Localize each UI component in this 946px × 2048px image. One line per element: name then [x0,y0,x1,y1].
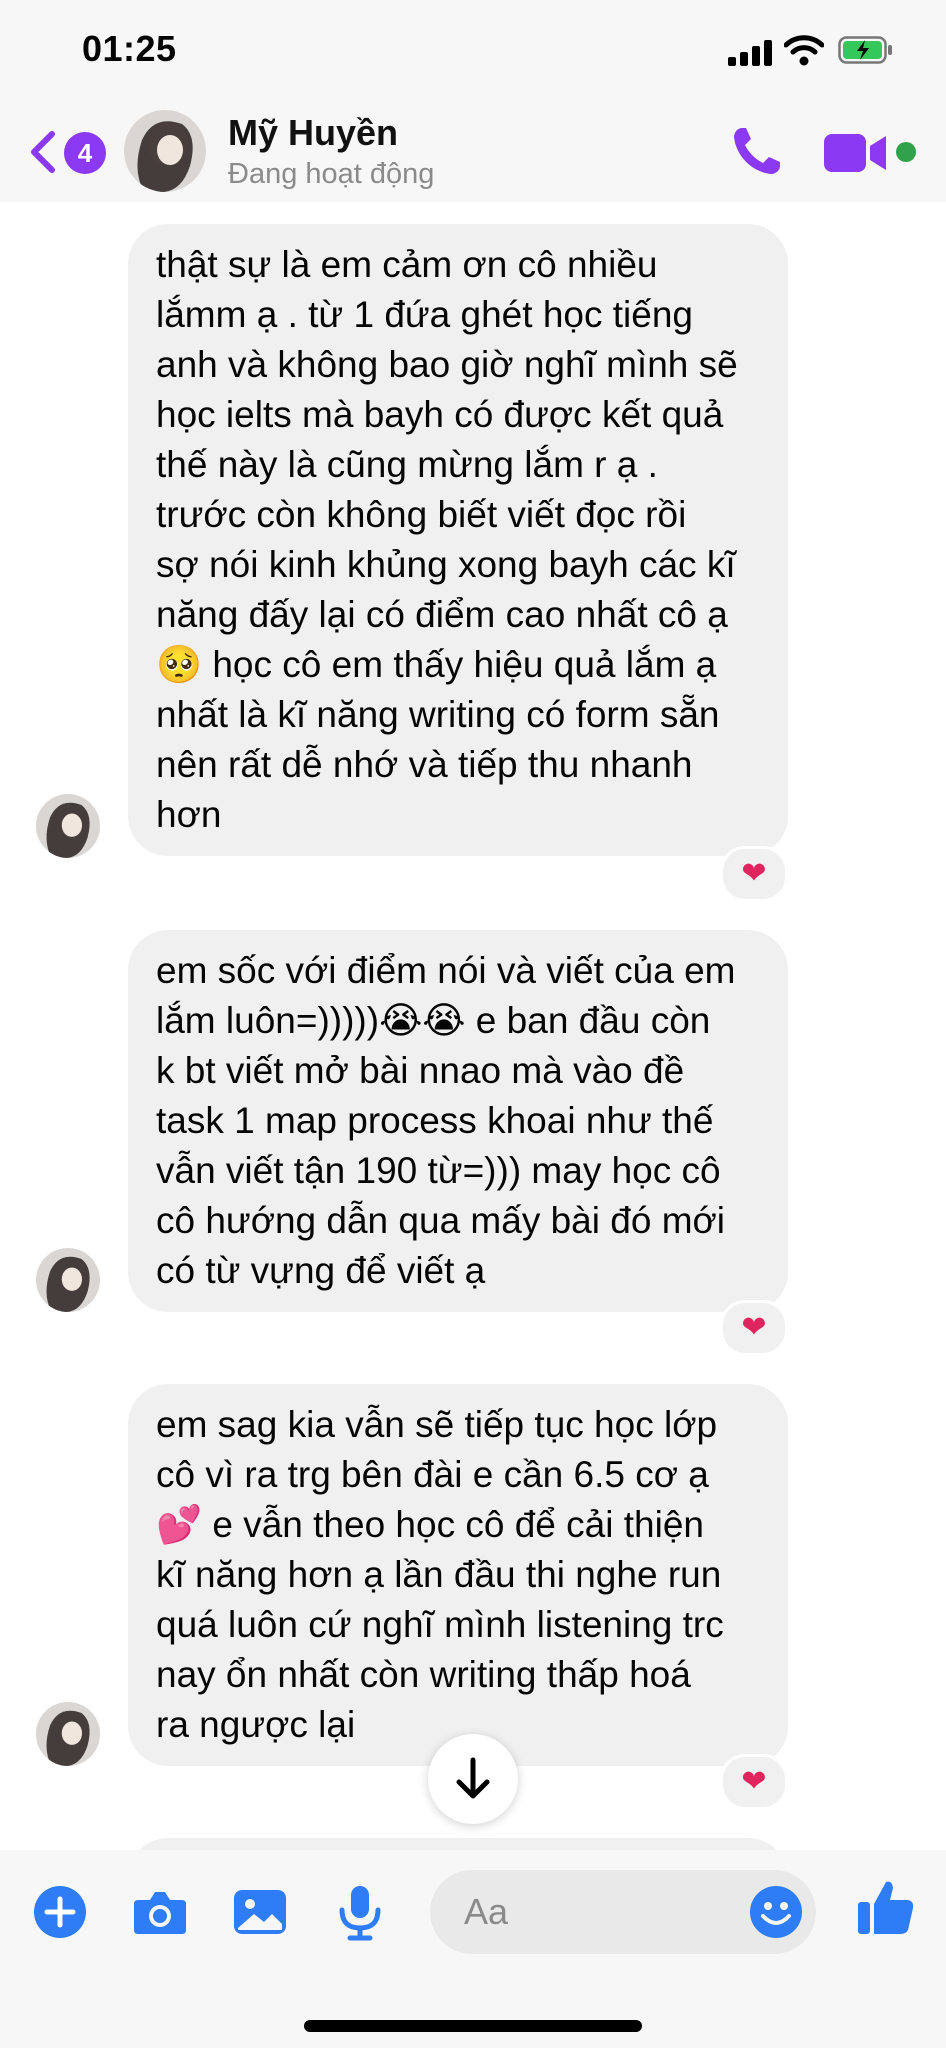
phone-call-button[interactable] [728,124,784,180]
heart-reaction[interactable]: ❤ [720,846,788,902]
gallery-button[interactable] [230,1882,290,1942]
message-bubble[interactable]: em sốc với điểm nói và viết của em lắm l… [128,930,788,1312]
composer-bar: Aa [0,1850,946,2048]
online-status-dot [896,142,916,162]
message-bubble[interactable]: em sag kia vẫn sẽ tiếp tục học lớp cô vì… [128,1384,788,1766]
camera-button[interactable] [130,1882,190,1942]
thumbs-up-button[interactable] [856,1876,916,1938]
plus-button[interactable] [30,1882,90,1942]
home-indicator [304,2020,642,2032]
microphone-button[interactable] [330,1882,390,1942]
wifi-icon [784,35,824,66]
scroll-to-bottom-button[interactable] [428,1734,518,1824]
contact-status: Đang hoạt động [228,158,435,190]
avatar-photo [36,794,100,858]
avatar-photo [36,1702,100,1766]
message-input[interactable]: Aa [430,1870,816,1954]
contact-name[interactable]: Mỹ Huyền [228,112,398,154]
sender-avatar[interactable] [36,1248,100,1312]
emoji-button[interactable] [748,1884,804,1940]
battery-charging-icon [838,36,892,64]
sender-avatar[interactable] [36,1702,100,1766]
video-call-button[interactable] [824,130,888,176]
sender-avatar[interactable] [36,794,100,858]
message-input-placeholder: Aa [464,1891,509,1932]
avatar-photo [36,1248,100,1312]
status-time: 01:25 [82,28,177,69]
contact-avatar[interactable] [124,110,206,192]
status-bar: 01:25 [0,0,946,100]
arrow-down-icon [456,1757,490,1799]
unread-count-badge: 4 [64,132,106,174]
heart-reaction[interactable]: ❤ [720,1754,788,1810]
back-button[interactable]: 4 [28,126,108,178]
heart-reaction[interactable]: ❤ [720,1300,788,1356]
chevron-left-icon [31,131,55,173]
cellular-signal-icon [728,40,772,66]
message-list[interactable]: thật sự là em cảm ơn cô nhiều lắmm ạ . t… [0,202,946,1850]
avatar-photo [124,110,206,192]
message-bubble[interactable]: thật sự là em cảm ơn cô nhiều lắmm ạ . t… [128,224,788,856]
chat-header: 4 Mỹ Huyền Đang hoạt động [0,100,946,202]
